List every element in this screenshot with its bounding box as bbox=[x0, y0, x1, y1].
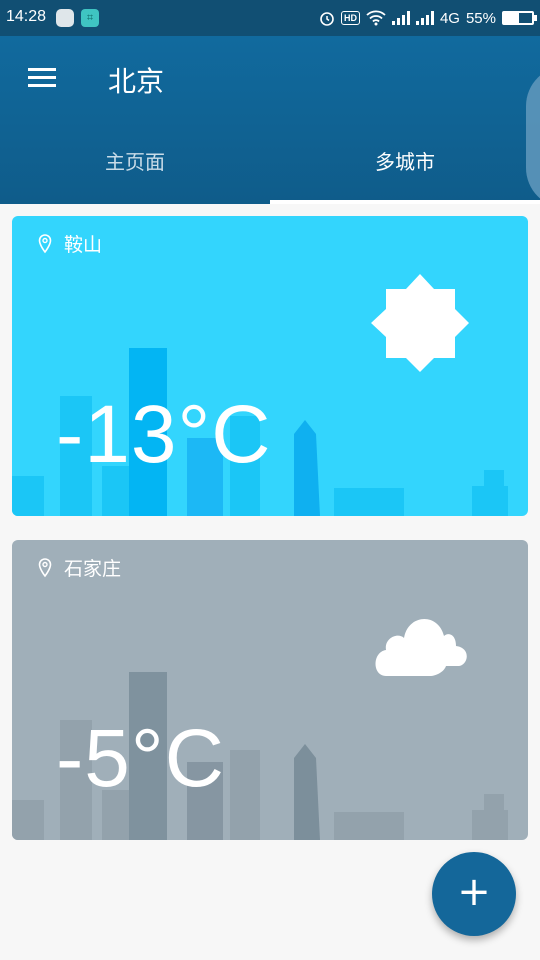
tab-multi-city[interactable]: 多城市 bbox=[270, 144, 540, 200]
network-type: 4G bbox=[439, 9, 460, 27]
status-indicators: HD 4G 55% bbox=[319, 0, 537, 36]
city-card[interactable]: 石家庄 -5°C bbox=[12, 540, 528, 840]
app-notification-icon bbox=[56, 9, 74, 27]
status-time: 14:28 bbox=[6, 8, 47, 25]
city-name: 石家庄 bbox=[64, 558, 122, 580]
scan-notification-icon: ⌗ bbox=[81, 9, 99, 27]
sun-icon bbox=[371, 274, 469, 372]
temperature: -5°C bbox=[56, 713, 225, 804]
add-city-button[interactable]: + bbox=[432, 852, 516, 936]
wifi-icon bbox=[366, 10, 386, 26]
signal-icon bbox=[415, 11, 434, 25]
location-pin-icon bbox=[38, 558, 52, 578]
status-bar: 14:28 ⌗ HD 4G 55% bbox=[0, 0, 540, 36]
city-name: 鞍山 bbox=[64, 234, 103, 256]
page-title: 北京 bbox=[108, 65, 165, 98]
tab-home[interactable]: 主页面 bbox=[0, 144, 270, 200]
hamburger-menu-icon[interactable] bbox=[26, 66, 58, 90]
signal-icon bbox=[391, 11, 410, 25]
add-icon: + bbox=[457, 869, 491, 915]
battery-percent: 55% bbox=[465, 9, 496, 27]
battery-icon bbox=[502, 11, 537, 25]
alarm-icon bbox=[320, 12, 334, 26]
city-card[interactable]: 鞍山 -13°C bbox=[12, 216, 528, 516]
location-pin-icon bbox=[38, 234, 52, 254]
app-bar: 北京 主页面 多城市 bbox=[0, 36, 540, 204]
hd-icon: HD bbox=[340, 11, 360, 25]
cloud-icon bbox=[375, 618, 467, 676]
tab-indicator bbox=[270, 200, 540, 204]
temperature: -13°C bbox=[56, 389, 272, 480]
